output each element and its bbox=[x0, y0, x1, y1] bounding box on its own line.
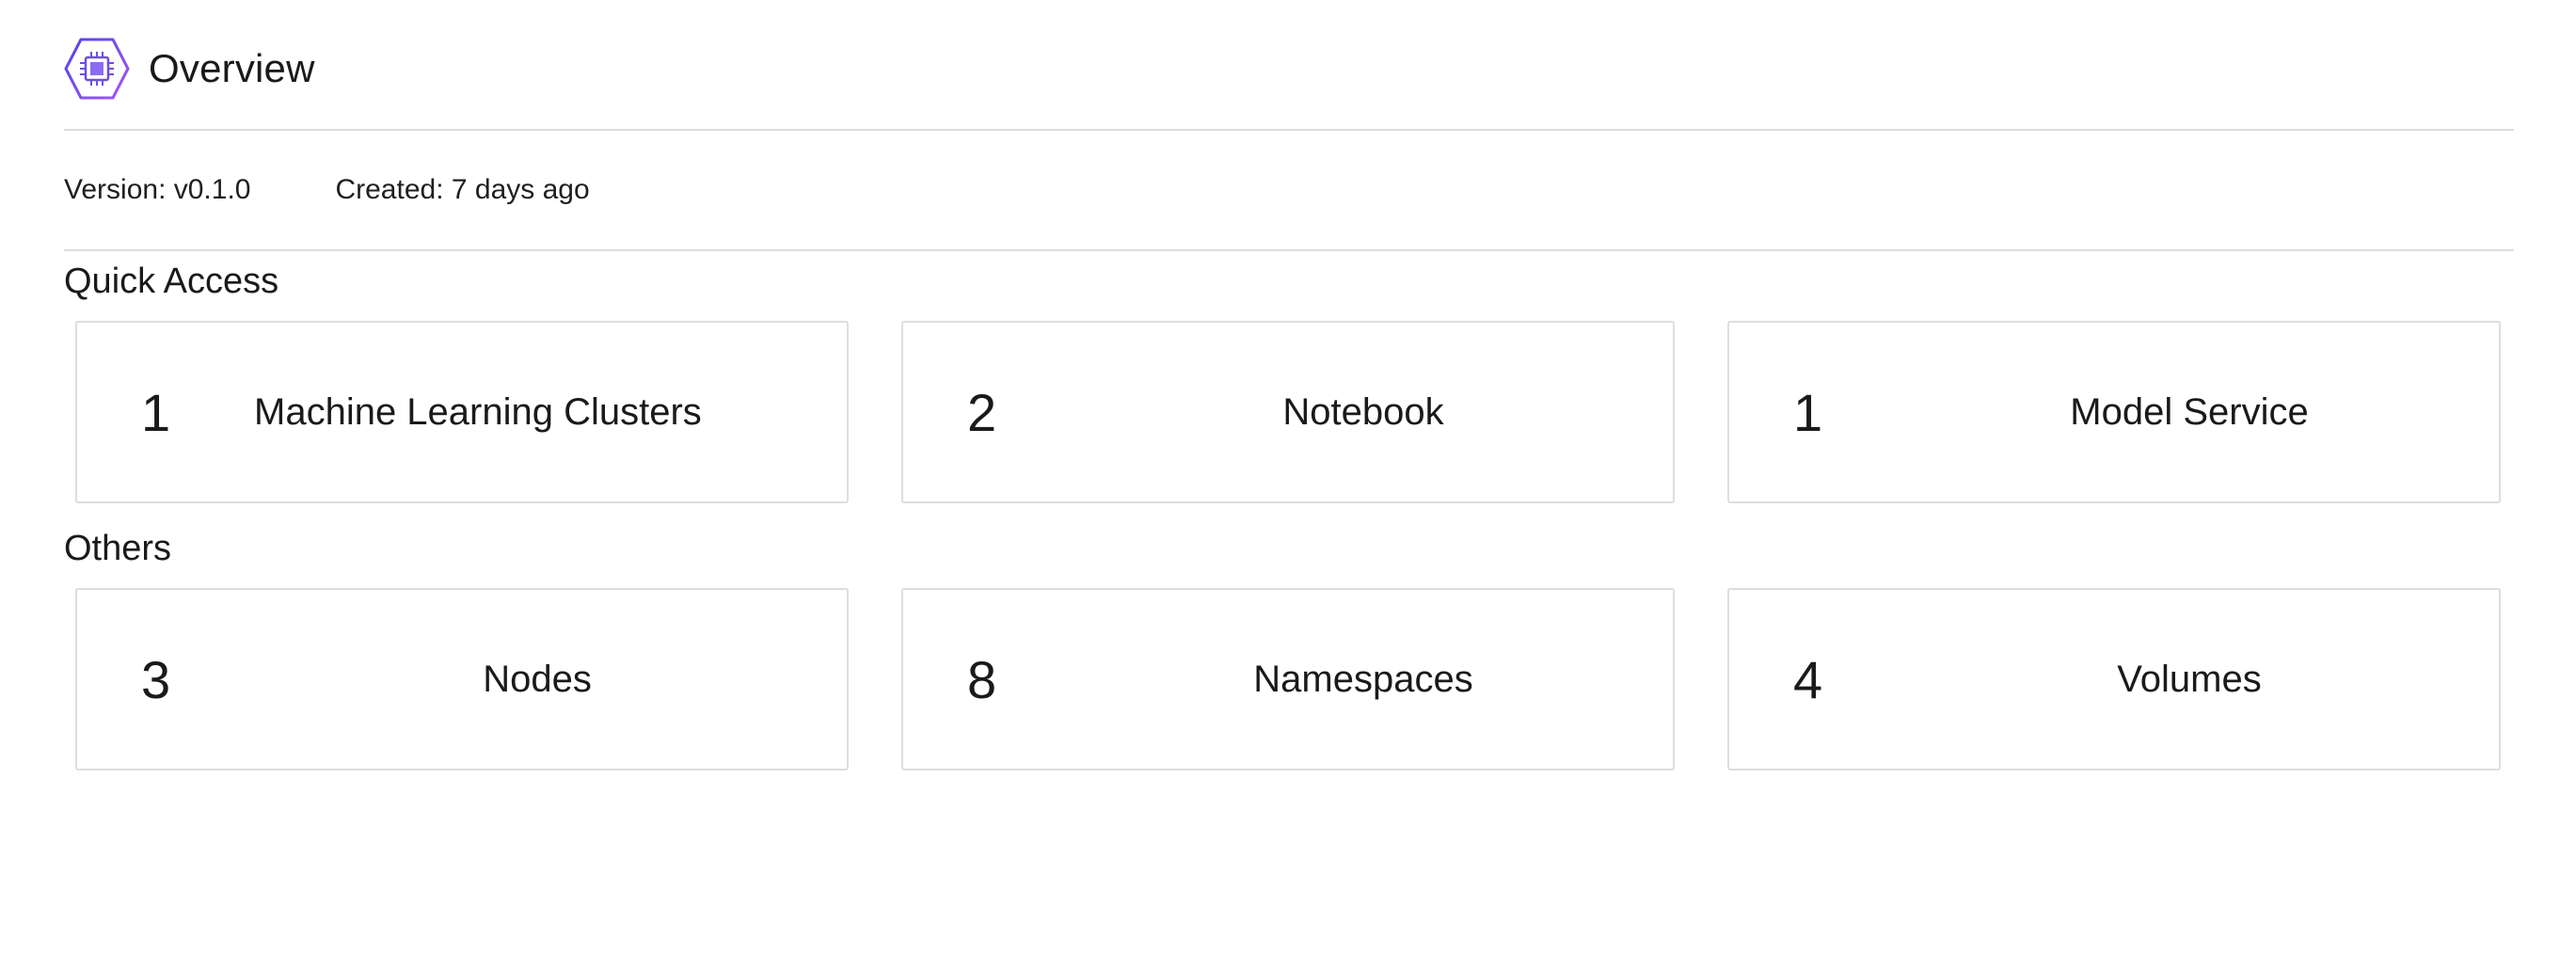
quick-access-cards: 1 Machine Learning Clusters 2 Notebook 1… bbox=[75, 321, 2514, 503]
card-count: 1 bbox=[141, 382, 171, 442]
card-label: Notebook bbox=[1282, 390, 1444, 433]
card-count: 8 bbox=[967, 649, 997, 709]
others-title: Others bbox=[64, 529, 172, 568]
page-title: Overview bbox=[149, 45, 315, 90]
card-namespaces[interactable]: 8 Namespaces bbox=[901, 588, 1675, 770]
version-text: Version: v0.1.0 bbox=[64, 174, 251, 205]
card-nodes[interactable]: 3 Nodes bbox=[75, 588, 849, 770]
card-count: 1 bbox=[1793, 382, 1823, 442]
others-cards: 3 Nodes 8 Namespaces 4 Volumes bbox=[75, 588, 2514, 770]
card-label: Nodes bbox=[483, 658, 592, 700]
card-volumes[interactable]: 4 Volumes bbox=[1727, 588, 2501, 770]
created-text: Created: 7 days ago bbox=[335, 174, 590, 205]
card-label: Machine Learning Clusters bbox=[254, 390, 702, 433]
page-header: Overview bbox=[64, 0, 2514, 131]
overview-page: Overview Version: v0.1.0 Created: 7 days… bbox=[64, 0, 2514, 770]
card-label: Model Service bbox=[2070, 390, 2309, 433]
chip-icon bbox=[64, 36, 130, 102]
card-label: Volumes bbox=[2117, 658, 2262, 700]
card-count: 4 bbox=[1793, 649, 1823, 709]
card-notebook[interactable]: 2 Notebook bbox=[901, 321, 1675, 503]
quick-access-title: Quick Access bbox=[64, 262, 279, 301]
card-count: 3 bbox=[141, 649, 171, 709]
card-label: Namespaces bbox=[1253, 658, 1473, 700]
card-machine-learning-clusters[interactable]: 1 Machine Learning Clusters bbox=[75, 321, 849, 503]
meta-info: Version: v0.1.0 Created: 7 days ago bbox=[64, 131, 2514, 251]
card-model-service[interactable]: 1 Model Service bbox=[1727, 321, 2501, 503]
card-count: 2 bbox=[967, 382, 997, 442]
